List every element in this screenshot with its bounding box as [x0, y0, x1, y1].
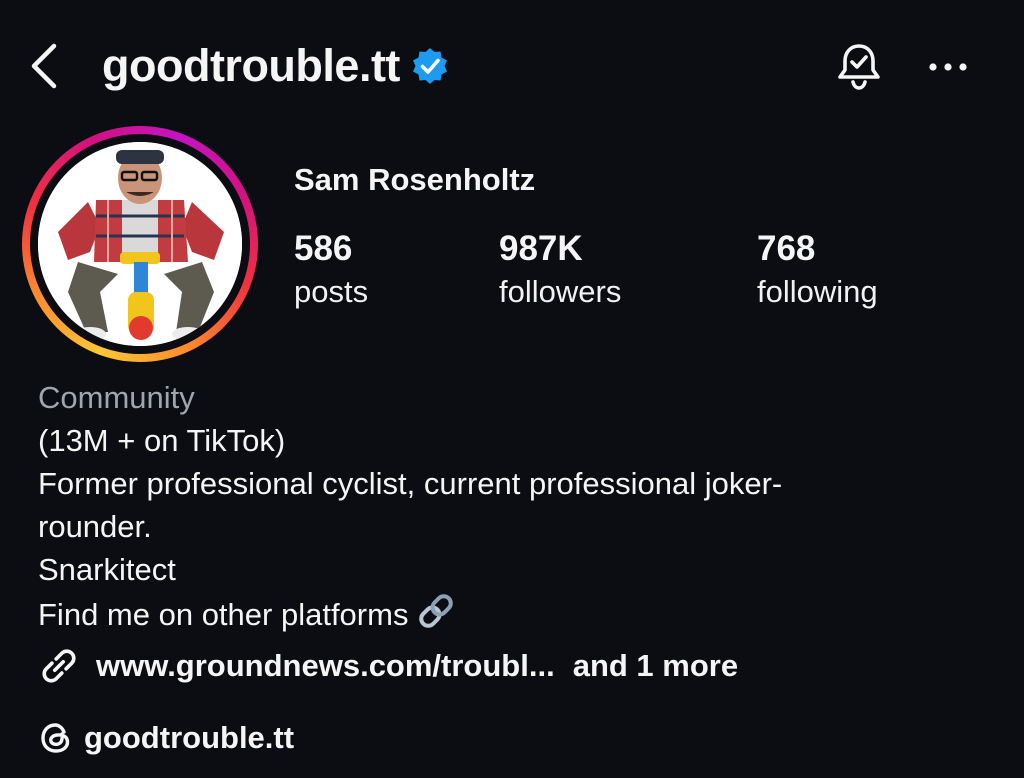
notification-bell-icon [838, 44, 880, 90]
more-links-button[interactable]: and 1 more [573, 644, 738, 688]
more-options-button[interactable] [924, 50, 972, 84]
avatar [38, 142, 242, 346]
bio-line: (13M + on TikTok) [38, 423, 286, 458]
username: goodtrouble.tt [102, 40, 400, 91]
threads-handle: goodtrouble.tt [84, 720, 295, 755]
stat-posts[interactable]: 586 posts [294, 226, 368, 312]
bio-line: rounder. [38, 509, 152, 544]
stat-value: 586 [294, 229, 353, 268]
bio-category: Community [38, 380, 195, 415]
stat-label: posts [294, 274, 369, 309]
profile-page: goodtrouble.tt Sam Rosenholtz 586 posts … [0, 0, 1024, 778]
more-options-icon [929, 63, 967, 71]
back-button[interactable] [26, 42, 66, 90]
link-icon [42, 649, 76, 683]
stat-label: following [757, 274, 878, 309]
external-link-row[interactable]: www.groundnews.com/troubl... and 1 more [38, 644, 738, 688]
full-name: Sam Rosenholtz [294, 162, 536, 197]
profile-photo [38, 142, 242, 346]
username-header: goodtrouble.tt [102, 38, 450, 94]
stat-value: 768 [757, 229, 816, 268]
stat-following[interactable]: 768 following [757, 226, 878, 312]
bio-line: Former professional cyclist, current pro… [38, 466, 783, 501]
threads-link[interactable]: goodtrouble.tt [38, 716, 294, 760]
bio-line: Snarkitect [38, 552, 176, 587]
bio-line: Find me on other platforms [38, 597, 409, 632]
avatar-story-ring[interactable] [22, 126, 258, 362]
stat-value: 987K [499, 229, 583, 268]
bio: Community (13M + on TikTok) Former profe… [38, 376, 938, 636]
back-chevron-icon [31, 43, 57, 89]
notifications-button[interactable] [832, 40, 886, 94]
link-emoji-icon [416, 591, 456, 631]
threads-icon [41, 723, 70, 753]
stat-label: followers [499, 274, 622, 309]
stat-followers[interactable]: 987K followers [499, 226, 621, 312]
bio-line-with-icon: Find me on other platforms [38, 591, 938, 636]
external-link-url[interactable]: www.groundnews.com/troubl... [96, 644, 555, 688]
verified-badge-icon [410, 46, 450, 86]
